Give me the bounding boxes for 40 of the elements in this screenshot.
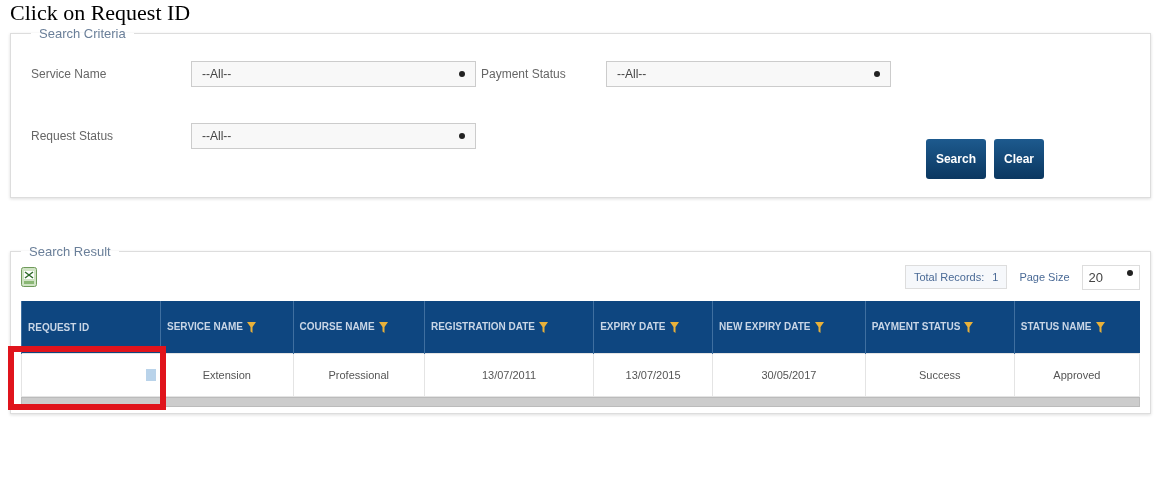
caret-icon [874, 71, 880, 77]
filter-icon[interactable] [539, 321, 549, 333]
field-label: Payment Status [481, 67, 567, 81]
column-header[interactable]: COURSE NAME [293, 301, 425, 354]
table-cell: Success [865, 353, 1015, 397]
dropdown[interactable]: --All-- [606, 61, 891, 87]
dropdown[interactable]: --All-- [191, 123, 476, 149]
filter-icon[interactable] [964, 321, 974, 333]
dropdown[interactable]: --All-- [191, 61, 476, 87]
filter-icon[interactable] [378, 321, 388, 333]
scrollbar[interactable] [21, 397, 1140, 407]
table-cell: Professional [293, 353, 425, 397]
table-cell: 13/07/2011 [424, 353, 594, 397]
column-header[interactable]: EXPIRY DATE [593, 301, 713, 354]
action-button[interactable]: Clear [993, 139, 1044, 179]
panel-title: Search Result [28, 244, 112, 259]
field-label: Request Status [31, 129, 115, 143]
table-cell: Approved [1014, 353, 1140, 397]
page-size-label: Page Size [1019, 271, 1070, 283]
caret-icon [459, 133, 465, 139]
filter-icon[interactable] [669, 321, 679, 333]
spreadsheet-icon[interactable] [21, 267, 37, 287]
column-header[interactable]: SERVICE NAME [160, 301, 294, 354]
total-records: Total Records: 1 [904, 265, 1008, 289]
panel-title: Search Criteria [38, 26, 127, 41]
filter-icon[interactable] [246, 321, 256, 333]
heading: Click on Request ID [10, 0, 191, 26]
page-size-dropdown[interactable]: 20 [1081, 264, 1140, 290]
action-button[interactable]: Search [925, 139, 986, 179]
field-label: Service Name [31, 67, 108, 81]
column-header[interactable]: NEW EXPIRY DATE [712, 301, 866, 354]
caret-icon [459, 71, 465, 77]
table-cell: 13/07/2015 [593, 353, 713, 397]
column-header[interactable]: PAYMENT STATUS [865, 301, 1015, 354]
filter-icon[interactable] [814, 321, 824, 333]
table-cell: 30/05/2017 [712, 353, 866, 397]
column-header[interactable]: STATUS NAME [1014, 301, 1140, 354]
column-header[interactable]: REGISTRATION DATE [424, 301, 594, 354]
filter-icon[interactable] [1095, 321, 1105, 333]
caret-icon [1127, 269, 1133, 276]
